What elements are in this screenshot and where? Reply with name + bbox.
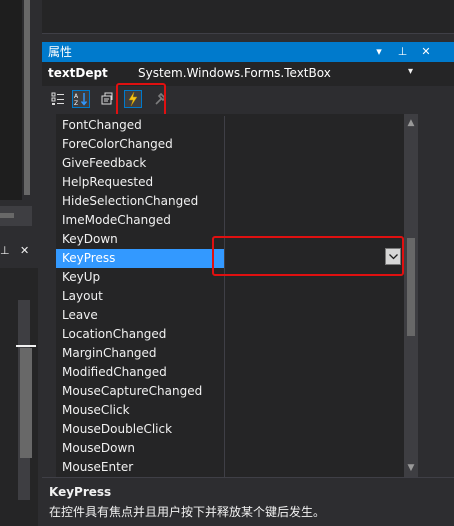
event-name: FontChanged <box>62 118 142 132</box>
event-row[interactable]: MouseDown <box>56 439 404 458</box>
upper-tool-window <box>42 0 454 33</box>
property-grid-scroll-thumb[interactable] <box>407 238 415 336</box>
pin-icon[interactable]: ⊥ <box>396 43 410 61</box>
column-separator <box>224 173 225 192</box>
left-panel-pin-icon[interactable]: ⊥ <box>0 244 12 258</box>
event-row[interactable]: HelpRequested <box>56 173 404 192</box>
event-row[interactable]: MouseEnter <box>56 458 404 477</box>
left-editor-area <box>0 0 22 200</box>
event-row[interactable]: MouseDoubleClick <box>56 420 404 439</box>
event-name: ForeColorChanged <box>62 137 173 151</box>
property-grid-gutter <box>42 114 56 477</box>
event-row[interactable]: ForeColorChanged <box>56 135 404 154</box>
event-name: Leave <box>62 308 98 322</box>
annotation-highlight-events <box>116 83 166 117</box>
event-name: KeyUp <box>62 270 101 284</box>
event-row[interactable]: Leave <box>56 306 404 325</box>
event-name: MouseCaptureChanged <box>62 384 203 398</box>
event-row[interactable]: HideSelectionChanged <box>56 192 404 211</box>
splitter-marker <box>16 345 36 347</box>
object-type: System.Windows.Forms.TextBox <box>138 66 331 80</box>
annotation-highlight-handler-value <box>212 236 404 276</box>
event-name: MarginChanged <box>62 346 157 360</box>
event-name: ImeModeChanged <box>62 213 171 227</box>
column-separator <box>224 363 225 382</box>
left-panel-close-icon[interactable]: ✕ <box>20 244 32 258</box>
event-name: KeyDown <box>62 232 118 246</box>
column-separator <box>224 382 225 401</box>
event-row[interactable]: ModifiedChanged <box>56 363 404 382</box>
column-separator <box>224 135 225 154</box>
scroll-down-icon[interactable]: ▼ <box>404 461 418 475</box>
event-row[interactable]: GiveFeedback <box>56 154 404 173</box>
svg-text:Z: Z <box>74 100 78 106</box>
column-separator <box>224 458 225 477</box>
event-row[interactable]: MouseCaptureChanged <box>56 382 404 401</box>
column-separator <box>224 401 225 420</box>
event-name: GiveFeedback <box>62 156 147 170</box>
divider <box>42 33 454 34</box>
column-separator <box>224 344 225 363</box>
left-editor-scroll-thumb[interactable] <box>24 0 30 195</box>
event-name: MouseDown <box>62 441 135 455</box>
left-horizontal-scroll-thumb[interactable] <box>0 213 14 218</box>
column-separator <box>224 325 225 344</box>
description-text: 在控件具有焦点并且用户按下并释放某个键后发生。 <box>49 505 326 519</box>
svg-text:A: A <box>74 93 79 100</box>
column-separator <box>224 192 225 211</box>
column-separator <box>224 439 225 458</box>
event-name: ModifiedChanged <box>62 365 167 379</box>
event-row[interactable]: MouseClick <box>56 401 404 420</box>
object-name: textDept <box>48 66 108 80</box>
event-name: KeyPress <box>62 251 116 265</box>
event-name: HideSelectionChanged <box>62 194 199 208</box>
column-separator <box>224 211 225 230</box>
event-row[interactable]: ImeModeChanged <box>56 211 404 230</box>
event-row[interactable]: FontChanged <box>56 116 404 135</box>
window-dropdown-icon[interactable]: ▾ <box>372 43 386 61</box>
column-separator <box>224 287 225 306</box>
categorized-icon[interactable] <box>49 90 67 108</box>
right-margin <box>418 114 454 477</box>
properties-icon[interactable] <box>98 90 116 108</box>
event-row[interactable]: MarginChanged <box>56 344 404 363</box>
event-name: Layout <box>62 289 103 303</box>
event-name: MouseEnter <box>62 460 134 474</box>
close-icon[interactable]: ✕ <box>419 43 433 61</box>
event-row[interactable]: LocationChanged <box>56 325 404 344</box>
left-panel-scroll-thumb[interactable] <box>20 348 32 458</box>
alphabetical-icon[interactable]: A Z <box>72 90 90 108</box>
object-selector-dropdown-icon[interactable]: ▾ <box>408 66 413 77</box>
event-name: LocationChanged <box>62 327 167 341</box>
column-separator <box>224 116 225 135</box>
column-separator <box>224 420 225 439</box>
event-name: MouseDoubleClick <box>62 422 173 436</box>
event-row[interactable]: Layout <box>56 287 404 306</box>
event-name: HelpRequested <box>62 175 154 189</box>
description-title: KeyPress <box>49 485 112 499</box>
event-name: MouseClick <box>62 403 130 417</box>
scroll-up-icon[interactable]: ▲ <box>404 116 418 130</box>
column-separator <box>224 306 225 325</box>
column-separator <box>224 154 225 173</box>
properties-title: 属性 <box>48 45 73 59</box>
properties-window-controls: ▾ ⊥ ✕ <box>366 43 450 61</box>
